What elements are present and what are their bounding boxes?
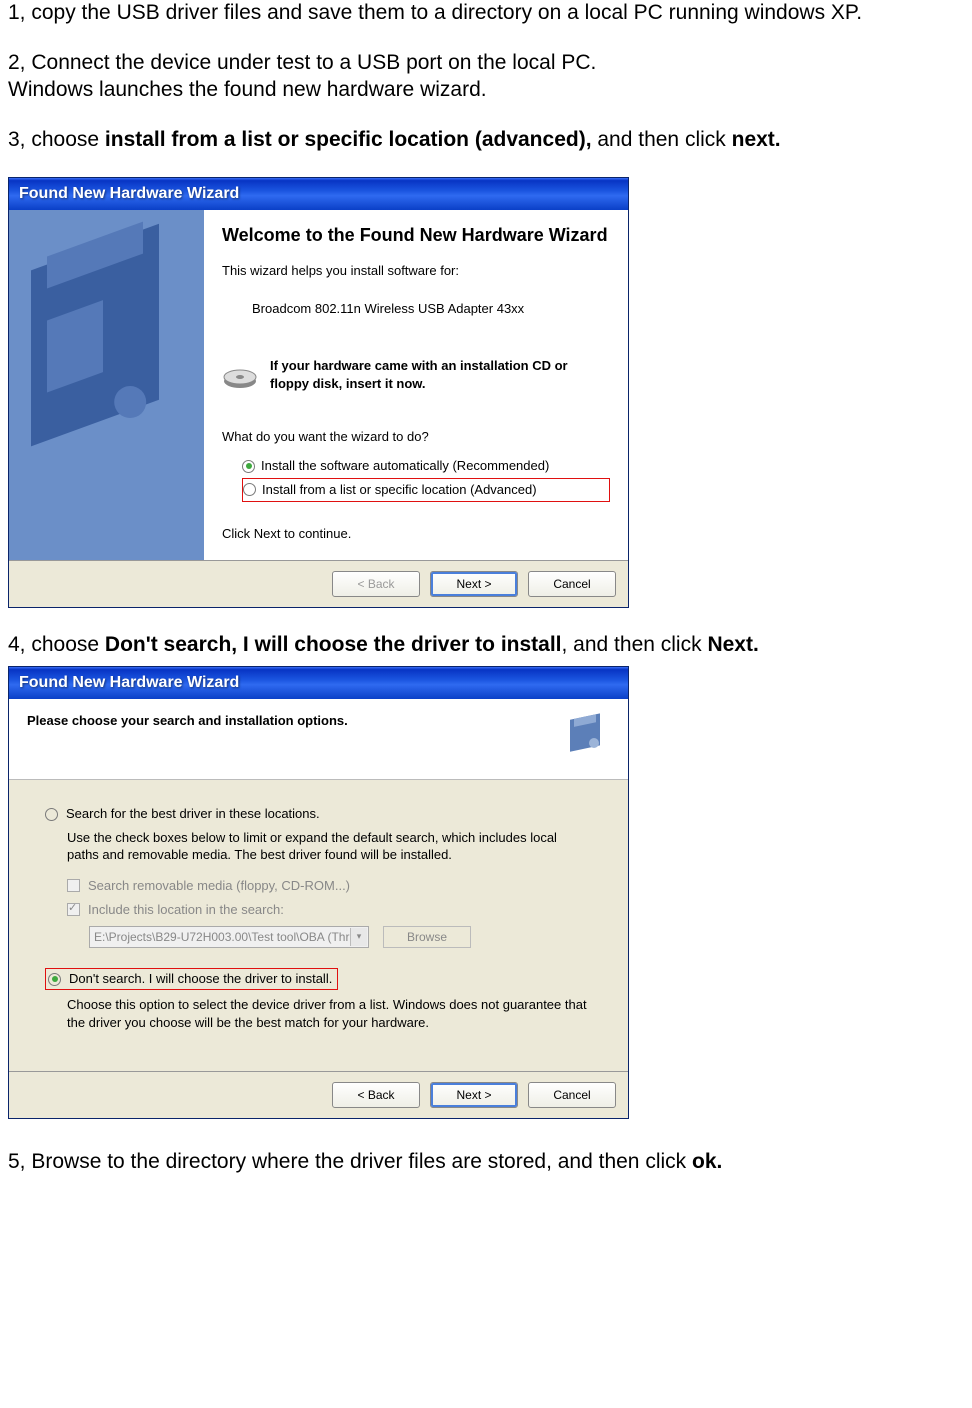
radio-option-dont-search[interactable]: Don't search. I will choose the driver t… xyxy=(45,968,338,990)
step-5-text: 5, Browse to the directory where the dri… xyxy=(8,1149,964,1175)
radio-icon xyxy=(242,460,255,473)
dropdown-arrow-icon: ▾ xyxy=(350,928,367,946)
radio-icon xyxy=(48,973,61,986)
wizard-question: What do you want the wizard to do? xyxy=(222,429,610,445)
wizard-heading: Welcome to the Found New Hardware Wizard xyxy=(222,224,610,247)
radio-option-auto[interactable]: Install the software automatically (Reco… xyxy=(242,455,610,477)
step-3-text: 3, choose install from a list or specifi… xyxy=(8,127,964,153)
step-2-text: 2, Connect the device under test to a US… xyxy=(8,50,964,103)
search-help-text: Use the check boxes below to limit or ex… xyxy=(45,829,592,864)
wizard2-body: Search for the best driver in these loca… xyxy=(9,780,628,1072)
wizard-welcome: Found New Hardware Wizard Welcome to the… xyxy=(8,177,629,608)
step-4-text: 4, choose Don't search, I will choose th… xyxy=(8,632,964,658)
dont-search-help-text: Choose this option to select the device … xyxy=(45,996,592,1031)
wizard-sidebar-graphic xyxy=(9,210,204,560)
checkbox-icon xyxy=(67,903,80,916)
wizard-search-options: Found New Hardware Wizard Please choose … xyxy=(8,666,629,1119)
wizard-titlebar: Found New Hardware Wizard xyxy=(9,667,628,699)
back-button: < Back xyxy=(332,571,420,597)
wizard-button-row: < Back Next > Cancel xyxy=(9,561,628,607)
step-2-line-2: Windows launches the found new hardware … xyxy=(8,77,964,103)
path-value: E:\Projects\B29-U72H003.00\Test tool\OBA… xyxy=(94,930,363,945)
radio-label-search: Search for the best driver in these loca… xyxy=(66,806,320,822)
path-row: E:\Projects\B29-U72H003.00\Test tool\OBA… xyxy=(45,926,592,948)
back-button[interactable]: < Back xyxy=(332,1082,420,1108)
checkbox-removable-media: Search removable media (floppy, CD-ROM..… xyxy=(45,878,592,894)
step-1-text: 1, copy the USB driver files and save th… xyxy=(8,0,964,26)
cd-instruction: If your hardware came with an installati… xyxy=(270,357,610,392)
next-button[interactable]: Next > xyxy=(430,1082,518,1108)
step-2-line-1: 2, Connect the device under test to a US… xyxy=(8,50,964,76)
step-3-pre: 3, choose xyxy=(8,128,105,151)
wizard-intro: This wizard helps you install software f… xyxy=(222,263,610,279)
hardware-icon xyxy=(9,210,204,560)
browse-button: Browse xyxy=(383,926,471,948)
radio-option-search[interactable]: Search for the best driver in these loca… xyxy=(45,806,592,822)
radio-label-auto: Install the software automatically (Reco… xyxy=(261,458,549,474)
checkbox-include-location: Include this location in the search: xyxy=(45,902,592,918)
step-4-mid: , and then click xyxy=(562,633,708,656)
step-1-paragraph: 1, copy the USB driver files and save th… xyxy=(8,0,964,26)
wizard2-header: Please choose your search and installati… xyxy=(9,699,628,780)
wizard-button-row: < Back Next > Cancel xyxy=(9,1072,628,1118)
wizard2-heading: Please choose your search and installati… xyxy=(27,713,348,729)
cd-icon xyxy=(222,357,258,393)
device-name: Broadcom 802.11n Wireless USB Adapter 43… xyxy=(222,301,610,317)
step-3-bold-1: install from a list or specific location… xyxy=(105,128,592,151)
radio-icon xyxy=(45,808,58,821)
radio-label-advanced: Install from a list or specific location… xyxy=(262,482,537,498)
step-5-bold: ok. xyxy=(692,1150,722,1173)
click-next-text: Click Next to continue. xyxy=(222,526,610,542)
step-3-mid: and then click xyxy=(592,128,732,151)
checkbox-label-media: Search removable media (floppy, CD-ROM..… xyxy=(88,878,350,894)
step-3-bold-2: next. xyxy=(732,128,781,151)
step-4-pre: 4, choose xyxy=(8,633,105,656)
radio-group: Install the software automatically (Reco… xyxy=(222,455,610,502)
step-4-bold-1: Don't search, I will choose the driver t… xyxy=(105,633,562,656)
radio-icon xyxy=(243,483,256,496)
hardware-small-icon xyxy=(564,713,610,759)
wizard-titlebar: Found New Hardware Wizard xyxy=(9,178,628,210)
checkbox-icon xyxy=(67,879,80,892)
next-button[interactable]: Next > xyxy=(430,571,518,597)
wizard-content: Welcome to the Found New Hardware Wizard… xyxy=(204,210,628,560)
step-5-pre: 5, Browse to the directory where the dri… xyxy=(8,1150,692,1173)
step-4-bold-2: Next. xyxy=(707,633,758,656)
radio-label-dont-search: Don't search. I will choose the driver t… xyxy=(69,971,332,987)
cancel-button[interactable]: Cancel xyxy=(528,1082,616,1108)
cancel-button[interactable]: Cancel xyxy=(528,571,616,597)
radio-option-advanced[interactable]: Install from a list or specific location… xyxy=(242,478,610,502)
path-dropdown: E:\Projects\B29-U72H003.00\Test tool\OBA… xyxy=(89,926,369,948)
checkbox-label-include: Include this location in the search: xyxy=(88,902,284,918)
